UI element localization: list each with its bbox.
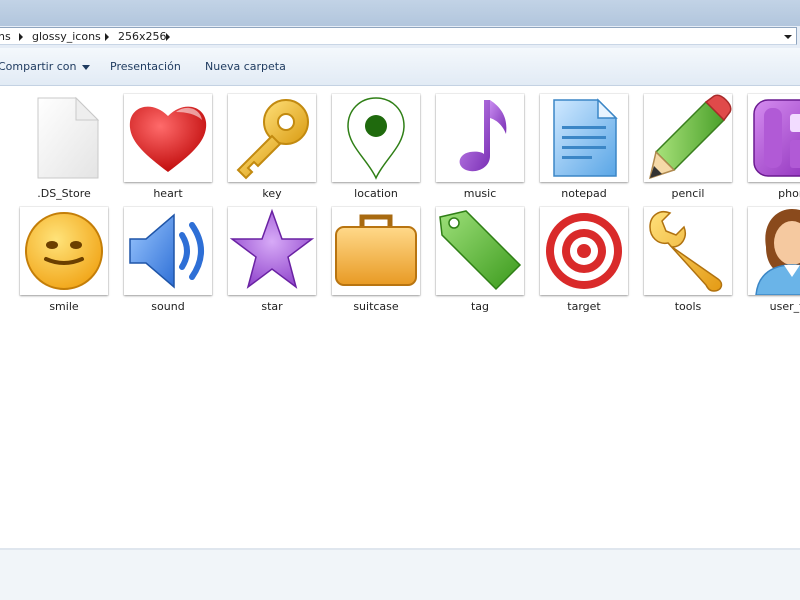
breadcrumb-256x256[interactable]: 256x256 [118, 28, 167, 46]
file-item[interactable]: key [224, 92, 320, 204]
sound-speaker-icon [129, 213, 204, 289]
location-pin-icon [347, 97, 405, 180]
new-folder-button[interactable]: Nueva carpeta [205, 58, 286, 76]
share-with-button[interactable]: Compartir con [0, 58, 90, 76]
address-dropdown-icon[interactable] [780, 28, 796, 46]
file-item[interactable]: target [536, 205, 632, 317]
music-note-icon [459, 100, 507, 172]
file-name: suitcase [353, 300, 399, 313]
file-thumbnail [436, 207, 524, 295]
file-item[interactable]: location [328, 92, 424, 204]
file-item[interactable]: tools [640, 205, 736, 317]
breadcrumb-separator-icon[interactable] [19, 33, 23, 41]
file-item[interactable]: suitcase [328, 205, 424, 317]
file-name: music [463, 187, 497, 200]
address-bar: ns glossy_icons 256x256 [0, 26, 800, 48]
file-thumbnail [332, 207, 420, 295]
slideshow-button[interactable]: Presentación [110, 58, 181, 76]
phone-icon [753, 99, 800, 177]
file-thumbnail [124, 94, 212, 182]
key-icon [236, 99, 309, 180]
breadcrumb-separator-icon[interactable] [105, 33, 109, 41]
file-item[interactable]: phon [744, 92, 800, 204]
heart-icon [129, 106, 207, 172]
file-thumbnail [540, 207, 628, 295]
file-thumbnail [20, 207, 108, 295]
file-item[interactable]: smile [16, 205, 112, 317]
file-thumbnail [748, 207, 800, 295]
file-item[interactable]: user_fer [744, 205, 800, 317]
file-thumbnail [644, 94, 732, 182]
target-icon [546, 213, 622, 289]
tag-icon [439, 210, 522, 291]
file-name: key [262, 187, 282, 200]
file-name: sound [151, 300, 185, 313]
file-thumbnail [748, 94, 800, 182]
file-name: smile [49, 300, 79, 313]
file-name: user_fer [769, 300, 800, 313]
smile-icon [25, 212, 103, 290]
breadcrumb-separator-icon[interactable] [166, 33, 170, 41]
file-thumbnail [540, 94, 628, 182]
user-female-icon [755, 209, 800, 295]
file-name: star [261, 300, 283, 313]
file-item[interactable]: notepad [536, 92, 632, 204]
file-item[interactable]: music [432, 92, 528, 204]
blank-document-icon [37, 96, 100, 179]
file-item[interactable]: pencil [640, 92, 736, 204]
details-pane [0, 550, 800, 600]
file-thumbnail [20, 94, 108, 182]
file-name: heart [153, 187, 183, 200]
wrench-icon [649, 211, 723, 292]
breadcrumb-glossy-icons[interactable]: glossy_icons [32, 28, 101, 46]
file-name: phon [778, 187, 800, 200]
file-view[interactable]: .DS_Store heart key location music notep… [0, 86, 800, 548]
window-title-bar [0, 0, 800, 26]
file-thumbnail [228, 207, 316, 295]
file-item[interactable]: .DS_Store [16, 92, 112, 204]
file-name: tag [470, 300, 490, 313]
star-icon [229, 208, 315, 289]
file-item[interactable]: sound [120, 205, 216, 317]
file-thumbnail [644, 207, 732, 295]
file-item[interactable]: tag [432, 205, 528, 317]
file-name: notepad [561, 187, 607, 200]
file-name: location [354, 187, 398, 200]
file-thumbnail [436, 94, 524, 182]
suitcase-icon [335, 214, 417, 286]
notepad-icon [553, 98, 618, 177]
file-name: .DS_Store [37, 187, 91, 200]
breadcrumb-icons[interactable]: ns [0, 28, 11, 46]
file-item[interactable]: star [224, 205, 320, 317]
file-thumbnail [332, 94, 420, 182]
file-item[interactable]: heart [120, 92, 216, 204]
chevron-down-icon [81, 64, 90, 70]
file-name: pencil [671, 187, 705, 200]
file-name: tools [674, 300, 702, 313]
file-thumbnail [124, 207, 212, 295]
address-field[interactable]: ns glossy_icons 256x256 [0, 27, 797, 45]
command-bar: Compartir con Presentación Nueva carpeta [0, 48, 800, 86]
file-name: target [567, 300, 601, 313]
pencil-icon [648, 94, 732, 180]
file-thumbnail [228, 94, 316, 182]
share-with-label: Compartir con [0, 60, 77, 73]
